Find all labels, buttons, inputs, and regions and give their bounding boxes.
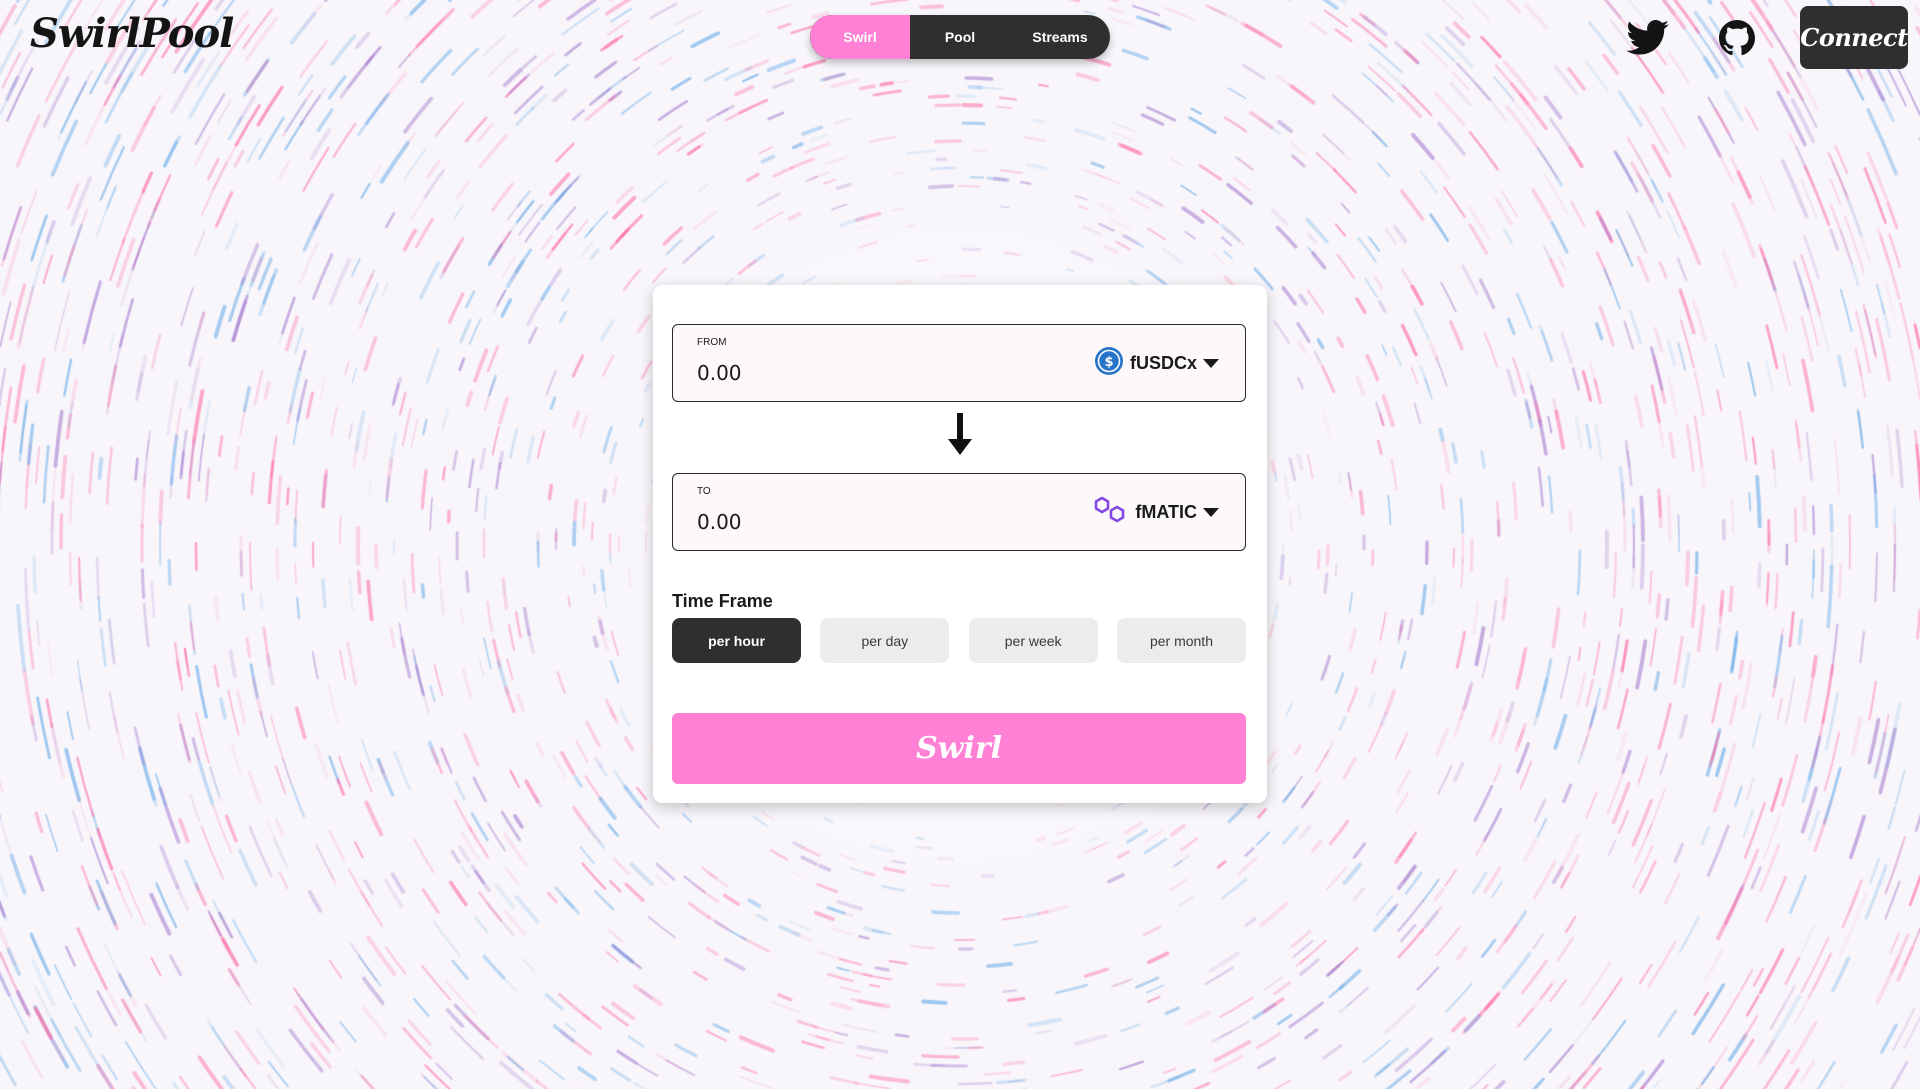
timeframe-options: per hour per day per week per month	[672, 618, 1246, 663]
chevron-down-icon	[1203, 507, 1219, 517]
tab-swirl[interactable]: Swirl	[810, 15, 910, 59]
github-icon[interactable]	[1715, 16, 1759, 60]
to-token-name: fMATIC	[1135, 501, 1197, 522]
to-field[interactable]: TO fMATIC	[672, 473, 1246, 551]
from-label: FROM	[697, 337, 727, 348]
arrow-down-icon	[946, 413, 974, 457]
top-bar: SwirlPool Swirl Pool Streams Connect	[0, 0, 1920, 80]
main-nav: Swirl Pool Streams	[810, 15, 1110, 59]
from-token-selector[interactable]: $ fUSDCx	[1094, 347, 1219, 379]
tab-streams[interactable]: Streams	[1010, 15, 1110, 59]
swirl-card: FROM $ fUSDCx TO	[653, 285, 1267, 803]
timeframe-label: Time Frame	[672, 591, 773, 611]
polygon-icon	[1093, 495, 1129, 529]
to-label: TO	[697, 486, 711, 497]
timeframe-per-day[interactable]: per day	[820, 618, 950, 663]
swirl-button[interactable]: Swirl	[672, 713, 1246, 784]
tab-pool[interactable]: Pool	[910, 15, 1010, 59]
timeframe-per-hour[interactable]: per hour	[672, 618, 801, 663]
to-token-selector[interactable]: fMATIC	[1093, 496, 1219, 528]
to-amount-input[interactable]	[697, 510, 997, 534]
from-field[interactable]: FROM $ fUSDCx	[672, 324, 1246, 402]
app-logo[interactable]: SwirlPool	[30, 10, 234, 57]
from-token-name: fUSDCx	[1129, 352, 1197, 373]
connect-wallet-button[interactable]: Connect	[1800, 6, 1908, 69]
from-amount-input[interactable]	[697, 361, 997, 385]
twitter-icon[interactable]	[1626, 16, 1670, 60]
timeframe-per-week[interactable]: per week	[968, 618, 1098, 663]
usdc-icon: $	[1094, 346, 1124, 380]
chevron-down-icon	[1203, 358, 1219, 368]
svg-text:$: $	[1104, 355, 1113, 370]
timeframe-per-month[interactable]: per month	[1116, 618, 1246, 663]
